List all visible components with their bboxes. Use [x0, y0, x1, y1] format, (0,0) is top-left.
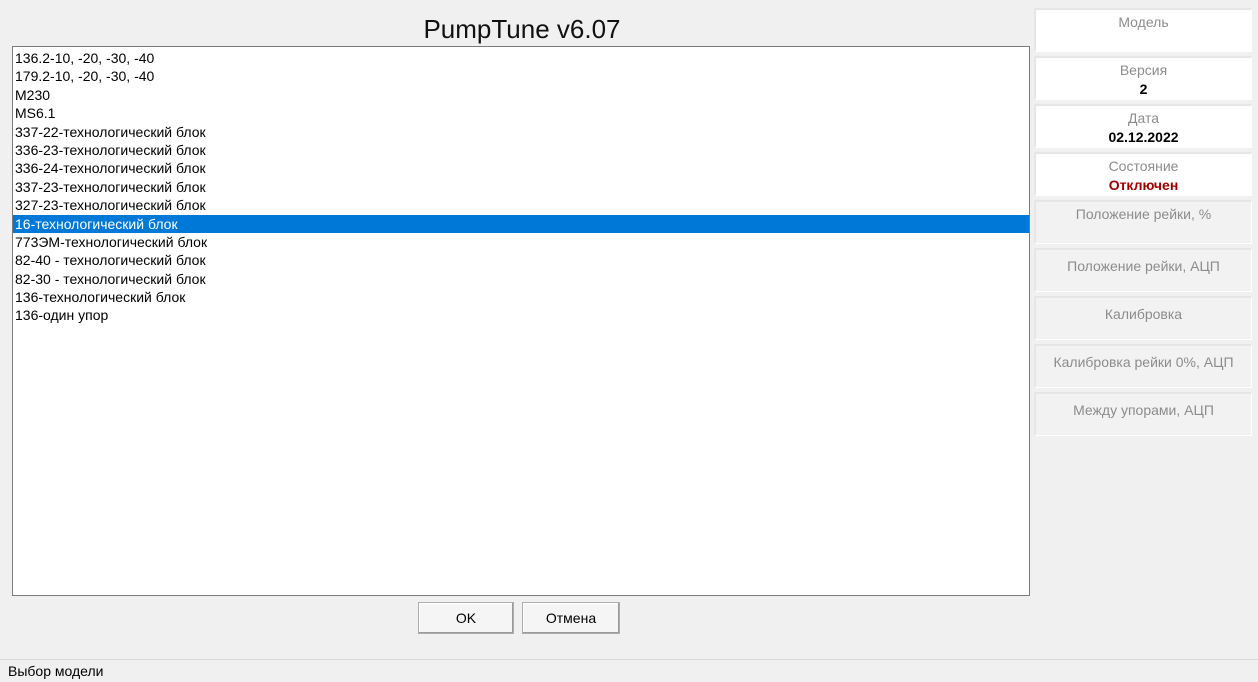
list-item-selected[interactable]: 16-технологический блок: [13, 214, 1029, 233]
date-panel: Дата 02.12.2022: [1034, 104, 1252, 148]
rack-position-adc-panel: Положение рейки, АЦП: [1034, 248, 1252, 292]
list-item[interactable]: 179.2-10, -20, -30, -40: [13, 67, 1029, 85]
list-item[interactable]: 336-24-технологический блок: [13, 159, 1029, 177]
window-title: PumpTune v6.07: [423, 14, 621, 44]
list-item[interactable]: 82-40 - технологический блок: [13, 251, 1029, 269]
list-item[interactable]: 773ЭМ-технологический блок: [13, 233, 1029, 251]
model-listbox[interactable]: 136.2-10, -20, -30, -40 179.2-10, -20, -…: [12, 46, 1030, 596]
list-item[interactable]: 82-30 - технологический блок: [13, 270, 1029, 288]
ok-button[interactable]: OK: [418, 602, 514, 634]
model-panel: Модель: [1034, 8, 1252, 52]
state-label: Состояние: [1108, 158, 1179, 174]
rack-position-percent-panel: Положение рейки, %: [1034, 200, 1252, 244]
list-item[interactable]: 136-технологический блок: [13, 288, 1029, 306]
rack-calibration-zero-panel: Калибровка рейки 0%, АЦП: [1034, 344, 1252, 388]
cancel-button[interactable]: Отмена: [522, 602, 620, 634]
list-item[interactable]: 327-23-технологический блок: [13, 196, 1029, 214]
state-value: Отключен: [1108, 177, 1179, 193]
calibration-label: Калибровка: [1104, 306, 1183, 322]
model-label: Модель: [1118, 14, 1169, 30]
between-stops-label: Между упорами, АЦП: [1073, 402, 1214, 418]
pumptune-window: PumpTune v6.07 136.2-10, -20, -30, -40 1…: [0, 0, 1258, 682]
rack-calibration-zero-label: Калибровка рейки 0%, АЦП: [1053, 354, 1234, 370]
rack-position-adc-label: Положение рейки, АЦП: [1067, 258, 1220, 274]
date-label: Дата: [1127, 110, 1159, 126]
state-panel: Состояние Отключен: [1034, 152, 1252, 196]
version-value: 2: [1139, 81, 1148, 97]
calibration-panel: Калибровка: [1034, 296, 1252, 340]
list-item[interactable]: 136-один упор: [13, 306, 1029, 324]
list-item[interactable]: 336-23-технологический блок: [13, 141, 1029, 159]
list-item[interactable]: 337-23-технологический блок: [13, 178, 1029, 196]
list-item[interactable]: M230: [13, 86, 1029, 104]
date-value: 02.12.2022: [1108, 129, 1179, 145]
version-panel: Версия 2: [1034, 56, 1252, 100]
between-stops-panel: Между упорами, АЦП: [1034, 392, 1252, 436]
list-item[interactable]: 337-22-технологический блок: [13, 123, 1029, 141]
list-item[interactable]: 136.2-10, -20, -30, -40: [13, 49, 1029, 67]
rack-position-percent-label: Положение рейки, %: [1075, 206, 1212, 222]
status-bar: Выбор модели: [0, 659, 1258, 682]
list-item[interactable]: MS6.1: [13, 104, 1029, 122]
version-label: Версия: [1119, 62, 1168, 78]
